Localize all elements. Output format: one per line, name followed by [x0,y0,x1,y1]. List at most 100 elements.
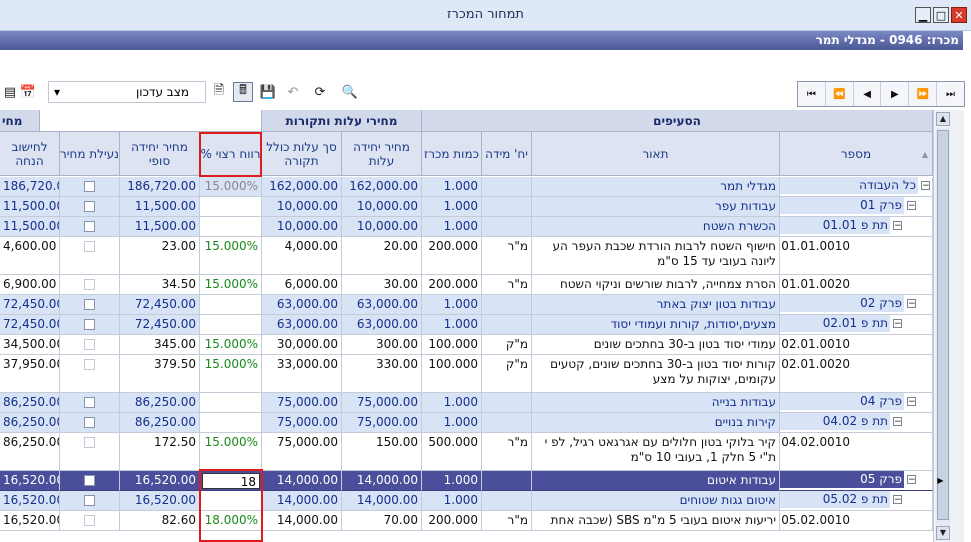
profit-cell[interactable]: 15.000% [200,177,262,197]
table-row[interactable]: 86,250.00 86,250.00 75,000.00 75,000.00 1.00… [0,413,933,433]
lock-cell[interactable] [60,471,120,491]
lock-price-checkbox[interactable] [84,181,95,192]
lock-cell[interactable] [60,237,120,275]
col-discount[interactable]: לחישוב הנחה [0,132,60,176]
table-row[interactable]: 86,250.00 172.50 15.000% 75,000.00 150.00 500… [0,433,933,471]
table-row[interactable]: 6,900.00 34.50 15.000% 6,000.00 30.00 200.000… [0,275,933,295]
table-row[interactable]: 16,520.00 82.60 18.000% 14,000.00 70.00 200.0… [0,511,933,531]
table-row[interactable]: 72,450.00 72,450.00 63,000.00 63,000.00 1.00… [0,295,933,315]
doc-icon[interactable]: 🗎 [209,82,229,102]
table-row[interactable]: 34,500.00 345.00 15.000% 30,000.00 300.00 100… [0,335,933,355]
col-unit-cost[interactable]: מחיר יחידה עלות [342,132,422,176]
profit-cell[interactable]: 18.000% [200,511,262,531]
lock-price-checkbox[interactable] [84,437,95,448]
col-description[interactable]: תאור [532,132,780,176]
table-row[interactable]: 72,450.00 72,450.00 63,000.00 63,000.00 1.00… [0,315,933,335]
lock-price-checkbox[interactable] [84,339,95,350]
lock-price-checkbox[interactable] [84,359,95,370]
calculator-icon[interactable]: 🖩 [233,82,253,102]
status-dropdown[interactable]: ▾ מצב עדכון [48,81,206,103]
collapse-icon[interactable]: − [921,181,930,191]
table-row[interactable]: 37,950.00 379.50 15.000% 33,000.00 330.00 100… [0,355,933,393]
lock-price-checkbox[interactable] [84,475,95,486]
lock-cell[interactable] [60,295,120,315]
table-row[interactable]: 86,250.00 86,250.00 75,000.00 75,000.00 1.00… [0,393,933,413]
scroll-thumb[interactable] [937,130,949,520]
table-row[interactable]: 4,600.00 23.00 15.000% 4,000.00 20.00 200.000… [0,237,933,275]
minimize-button[interactable]: ▁ [915,7,931,23]
col-final-price[interactable]: מחיר יחידה סופי [120,132,200,176]
profit-cell[interactable]: 15.000% [200,355,262,393]
scroll-up-icon[interactable]: ▲ [936,112,950,126]
col-profit[interactable]: % רווח רצוי [200,132,262,176]
col-number[interactable]: מספר ▲ [780,132,933,176]
previous-page-icon[interactable]: ⏪ [824,82,853,106]
profit-cell[interactable]: 15.000% [200,335,262,355]
lock-cell[interactable] [60,177,120,197]
profit-cell[interactable] [200,295,262,315]
save-icon[interactable]: 💾 [258,82,278,102]
lock-cell[interactable] [60,491,120,511]
lock-price-checkbox[interactable] [84,515,95,526]
previous-record-icon[interactable]: ◀ [852,82,881,106]
lock-cell[interactable] [60,217,120,237]
last-record-icon[interactable]: ⏭ [936,82,964,106]
table-row[interactable]: 16,520.00 16,520.00 14,000.00 14,000.00 1.00… [0,471,933,491]
collapse-icon[interactable]: − [893,417,902,427]
collapse-icon[interactable]: − [893,319,902,329]
profit-cell[interactable] [200,393,262,413]
lock-cell[interactable] [60,413,120,433]
lock-price-checkbox[interactable] [84,221,95,232]
close-button[interactable]: ✕ [951,7,967,23]
first-record-icon[interactable]: ⏮ [798,82,825,106]
collapse-icon[interactable]: − [893,495,902,505]
scroll-down-icon[interactable]: ▼ [936,526,950,540]
calendar-icon[interactable]: 📅 [18,82,38,102]
lock-cell[interactable] [60,315,120,335]
lock-price-checkbox[interactable] [84,299,95,310]
binoculars-icon[interactable]: 🔍 [340,82,360,102]
lock-price-checkbox[interactable] [84,417,95,428]
table-row[interactable]: 11,500.00 11,500.00 10,000.00 10,000.00 1.00… [0,217,933,237]
profit-cell[interactable]: 15.000% [200,275,262,295]
profit-cell[interactable] [200,413,262,433]
collapse-icon[interactable]: − [907,201,916,211]
profit-cell[interactable]: 15.000% [200,433,262,471]
col-unit[interactable]: יח' מידה [482,132,532,176]
table-row[interactable]: 186,720.00 186,720.00 15.000% 162,000.00162… [0,177,933,197]
profit-edit-input[interactable]: 18 [202,473,260,489]
lock-cell[interactable] [60,511,120,531]
table-row[interactable]: 16,520.00 16,520.00 14,000.00 14,000.00 1.00… [0,491,933,511]
lock-cell[interactable] [60,197,120,217]
lock-price-checkbox[interactable] [84,241,95,252]
lock-price-checkbox[interactable] [84,201,95,212]
profit-cell[interactable]: 15.000% [200,237,262,275]
collapse-icon[interactable]: − [893,221,902,231]
maximize-button[interactable]: □ [933,7,949,23]
sort-ascending-icon[interactable]: ▲ [922,148,928,162]
collapse-icon[interactable]: − [907,299,916,309]
collapse-icon[interactable]: − [907,475,916,485]
collapse-icon[interactable]: − [907,397,916,407]
col-qty[interactable]: כמות מכרז [422,132,482,176]
next-page-icon[interactable]: ⏩ [908,82,936,106]
lock-price-checkbox[interactable] [84,279,95,290]
lock-price-checkbox[interactable] [84,319,95,330]
profit-cell[interactable] [200,491,262,511]
profit-cell[interactable] [200,217,262,237]
profit-cell[interactable] [200,197,262,217]
lock-cell[interactable] [60,433,120,471]
undo-icon[interactable]: ↶ [283,82,303,102]
profit-cell[interactable] [200,315,262,335]
col-lock[interactable]: נעילת מחיר [60,132,120,176]
lock-price-checkbox[interactable] [84,495,95,506]
lock-price-checkbox[interactable] [84,397,95,408]
lock-cell[interactable] [60,393,120,413]
lock-cell[interactable] [60,355,120,393]
refresh-icon[interactable]: ⟳ [310,82,330,102]
table-icon[interactable]: ▤ [0,82,20,102]
table-row[interactable]: 11,500.00 11,500.00 10,000.00 10,000.00 1.00… [0,197,933,217]
next-record-icon[interactable]: ▶ [880,82,908,106]
lock-cell[interactable] [60,335,120,355]
lock-cell[interactable] [60,275,120,295]
